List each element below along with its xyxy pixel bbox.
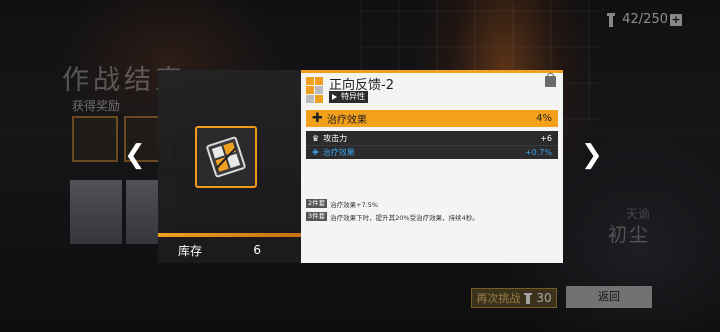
detail-accent-stripe [301,70,563,73]
sub-stat-row: ♛ 攻击力 +6 [306,132,558,145]
heal-plus-icon: ✚ [312,110,323,126]
sub-stat-row: ✚ 治疗效果 +0.7% [306,145,558,158]
set-bonus-tag: 3件套 [306,212,328,221]
sub-stats-table: ♛ 攻击力 +6 ✚ 治疗效果 +0.7% [306,131,558,159]
sub-stat-value: +0.7% [524,147,552,157]
stock-value: 6 [253,243,261,257]
sub-stat-label: 攻击力 [323,134,348,143]
play-icon [332,94,337,100]
sub-stat-value: +6 [540,134,552,143]
sub-stat-label: 治疗效果 [322,147,355,157]
plus-icon: ✚ [312,147,319,157]
next-item-arrow[interactable]: ❯ [581,140,603,170]
crown-icon: ♛ [312,134,320,143]
set-bonus-text: 治疗效果下时，提升其20%受治疗效果，持续4秒。 [330,213,479,222]
stock-label: 库存 [178,243,203,258]
lock-icon[interactable] [545,73,556,87]
main-effect-value: 4% [536,113,552,124]
set-bonus-row: 2件套 治疗效果+7.5% [306,198,558,209]
memory-chip-icon [206,136,246,178]
set-bonus-text: 治疗效果+7.5% [330,200,379,209]
item-detail-panel: 正向反馈-2 特异性 ✚ 治疗效果 4% ♛ 攻击力 +6 ✚ 治疗效果 +0.… [301,70,563,263]
rarity-emblem-icon [306,77,323,103]
set-bonus-row: 3件套 治疗效果下时，提升其20%受治疗效果，持续4秒。 [306,211,558,222]
main-effect-row: ✚ 治疗效果 4% [306,110,558,127]
trait-badge: 特异性 [329,91,368,103]
item-icon-frame [195,126,257,188]
item-preview-panel: 库存 6 [158,70,303,263]
set-bonus-tag: 2件套 [306,199,328,208]
prev-item-arrow[interactable]: ❮ [124,140,146,170]
trait-label: 特异性 [341,92,365,101]
main-effect-label: 治疗效果 [326,115,367,126]
stock-row: 库存 6 [158,237,303,263]
set-bonus-list: 2件套 治疗效果+7.5% 3件套 治疗效果下时，提升其20%受治疗效果，持续4… [306,198,558,224]
